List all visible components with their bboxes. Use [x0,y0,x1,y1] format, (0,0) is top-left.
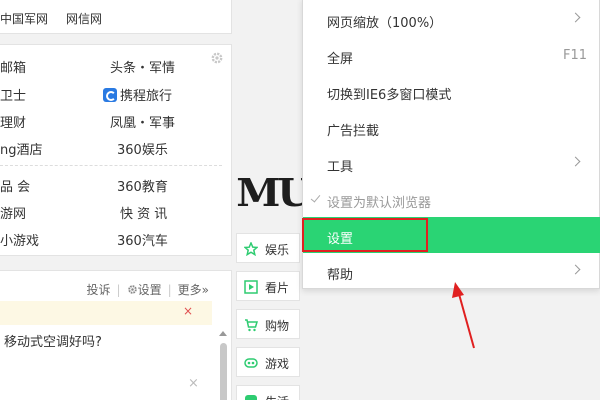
link-guard[interactable]: 卫士 [0,85,26,104]
news-settings-link[interactable]: 设置 [127,281,162,298]
link-360-edu[interactable]: 360教育 [117,176,168,195]
link-360-ent[interactable]: 360娱乐 [117,139,168,158]
link-kuai-news[interactable]: 快 资 讯 [120,203,167,222]
gear-icon [127,285,137,294]
game-logo[interactable]: MU [236,170,312,215]
news-question[interactable]: 移动式空调好吗? [4,331,102,350]
check-icon [310,192,321,203]
complain-link[interactable]: 投诉 [87,281,111,298]
chevron-right-icon [570,156,581,167]
link-toutiao-military[interactable]: 头条・军情 [110,57,175,76]
link-vip[interactable]: 品 会 [0,176,30,195]
scroll-thumb[interactable] [220,343,227,400]
cart-icon [245,319,258,332]
link-ctrip[interactable]: 携程旅行 [103,85,172,104]
life-icon [245,395,257,400]
link-360-auto[interactable]: 360汽车 [117,230,168,249]
scrollbar[interactable] [216,331,230,400]
news-toolbar: 投诉 | 设置 | 更多» [86,281,209,298]
top-links-strip: 中国军网 网信网 [0,0,232,34]
menu-item-ad-block[interactable]: 广告拦截 [303,109,600,145]
news-panel: 投诉 | 设置 | 更多» × 移动式空调好吗? × [0,270,232,400]
menu-item-tools[interactable]: 工具 [303,145,600,181]
scroll-up-icon[interactable] [219,331,227,336]
gear-icon[interactable] [210,51,224,65]
panel-divider [0,165,222,166]
link-wangxin[interactable]: 网信网 [66,10,102,27]
play-icon [244,280,258,294]
annotation-arrow [452,282,475,349]
menu-item-zoom[interactable]: 网页缩放（100%） [303,1,600,37]
link-mini-games[interactable]: 小游戏 [0,230,39,249]
link-ifeng-military[interactable]: 凤凰・军事 [110,112,175,131]
chevron-right-icon [570,12,581,23]
link-finance[interactable]: 理财 [0,112,26,131]
link-mailbox[interactable]: 邮箱 [0,57,26,76]
chevron-right-icon [570,264,581,275]
site-links-panel: 邮箱 卫士 理财 ng酒店 品 会 游网 小游戏 头条・军情 携程旅行 凤凰・军… [0,44,232,256]
tip-close-icon[interactable]: × [183,304,193,318]
category-movies[interactable]: 看片 [236,271,300,301]
link-hotel[interactable]: ng酒店 [0,139,43,158]
star-icon [244,242,258,256]
gamepad-icon [244,358,258,368]
link-china-military[interactable]: 中国军网 [0,10,48,27]
category-games[interactable]: 游戏 [236,347,300,377]
menu-item-fullscreen[interactable]: 全屏 F11 [303,37,600,73]
menu-item-default-browser[interactable]: 设置为默认浏览器 [303,181,600,217]
link-game-net[interactable]: 游网 [0,203,26,222]
highlight-box [302,218,428,252]
shortcut-f11: F11 [562,48,587,63]
category-entertainment[interactable]: 娱乐 [236,233,300,263]
more-link[interactable]: 更多» [178,281,209,298]
tip-bar [0,301,212,325]
close-icon[interactable]: × [188,376,199,391]
ctrip-icon [103,88,117,102]
menu-item-ie6-mode[interactable]: 切换到IE6多窗口模式 [303,73,600,109]
category-life[interactable]: 生活 [236,385,300,400]
category-shopping[interactable]: 购物 [236,309,300,339]
